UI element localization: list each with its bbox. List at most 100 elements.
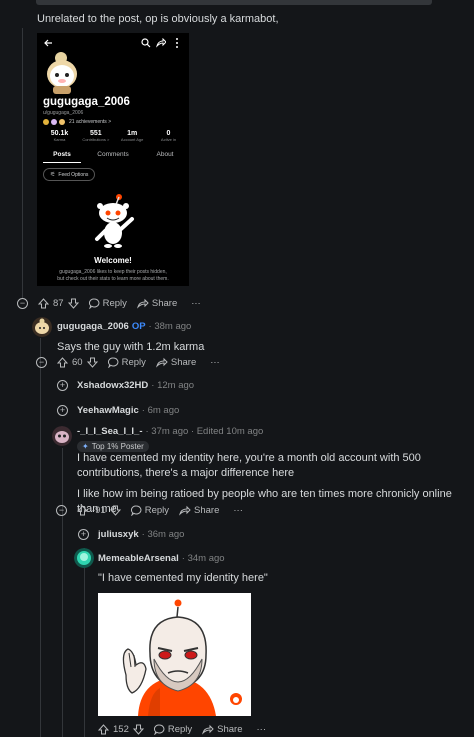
expand-icon[interactable]: + — [57, 405, 68, 416]
comment-username[interactable]: -_I_I_Sea_I_I_- — [77, 426, 143, 437]
welcome-text-2: but check out their stats to learn more … — [57, 276, 169, 282]
more-options-button[interactable]: ··· — [233, 505, 243, 516]
root-comment-actions: − 87 Reply Share ··· — [17, 298, 201, 309]
profile-tabs: Posts Comments About — [43, 151, 185, 163]
thread-line — [84, 548, 85, 737]
comment-username[interactable]: Xshadowx32HD — [77, 380, 148, 391]
comment-text: "I have cemented my identity here" — [98, 572, 268, 584]
comment-username[interactable]: YeehawMagic — [77, 405, 139, 416]
stat-karma: 50.1k Karma — [50, 130, 69, 142]
collapse-icon[interactable]: − — [56, 505, 67, 516]
vote-count: 60 — [72, 357, 83, 368]
upvote-icon[interactable] — [98, 724, 109, 735]
share-icon — [156, 38, 166, 48]
downvote-icon[interactable] — [67, 298, 79, 309]
profile-handle: u/gugugaga_2006 — [43, 110, 84, 116]
share-icon — [155, 357, 168, 368]
badge-icon: ✦ — [82, 442, 89, 451]
share-button[interactable]: Share — [155, 357, 196, 368]
top-scroll-edge — [36, 0, 432, 5]
vote-count: 152 — [113, 724, 129, 735]
downvote-icon[interactable] — [109, 505, 121, 516]
comment-timestamp: · 12m ago — [151, 380, 195, 391]
embedded-profile-screenshot[interactable]: gugugaga_2006 u/gugugaga_2006 21 achieve… — [37, 33, 189, 286]
op-badge: OP — [131, 321, 146, 332]
avatar[interactable] — [52, 426, 72, 446]
vote-group: -91 — [77, 505, 121, 516]
comment-timestamp: · 36m ago — [141, 529, 185, 540]
thread-line — [22, 28, 23, 298]
expand-icon[interactable]: + — [78, 529, 89, 540]
more-options-button[interactable]: ··· — [210, 357, 220, 368]
upvote-icon[interactable] — [77, 505, 88, 516]
collapsed-comment[interactable]: Xshadowx32HD · 12m ago — [77, 380, 194, 391]
comment-timestamp: · 38m ago — [148, 321, 192, 332]
comment-bubble-icon — [130, 505, 142, 516]
tab-posts[interactable]: Posts — [43, 151, 81, 163]
share-button[interactable]: Share — [136, 298, 177, 309]
collapse-icon[interactable]: − — [36, 357, 47, 368]
achievement-badge-icon — [51, 119, 57, 125]
comment-text: I have cemented my identity here, you're… — [77, 452, 421, 479]
root-comment-text: Unrelated to the post, op is obviously a… — [37, 13, 279, 25]
downvote-icon[interactable] — [132, 724, 144, 735]
achievements-row[interactable]: 21 achievements > — [43, 119, 111, 125]
avatar[interactable] — [32, 317, 52, 337]
achievements-label: 21 achievements > — [69, 119, 112, 125]
share-button[interactable]: Share — [179, 505, 219, 516]
comment-timestamp: · 37m ago · Edited 10m ago — [145, 426, 264, 437]
vote-group: 152 — [98, 724, 144, 735]
comment-header: MemeableArsenal · 34m ago — [98, 553, 225, 564]
vote-count: -91 — [92, 505, 106, 516]
comment-timestamp: · 34m ago — [181, 553, 225, 564]
more-options-button[interactable]: ··· — [191, 298, 201, 309]
upvote-icon[interactable] — [57, 357, 68, 368]
expand-icon[interactable]: + — [57, 380, 68, 391]
comment-header: gugugaga_2006 OP · 38m ago — [57, 321, 191, 332]
share-button[interactable]: Share — [202, 724, 243, 735]
profile-avatar — [47, 52, 77, 94]
share-icon — [179, 505, 191, 516]
comment-bubble-icon — [153, 724, 165, 735]
comment-actions: − 60 Reply Share ··· — [36, 357, 220, 368]
reply-button[interactable]: Reply — [107, 357, 146, 368]
collapsed-comment[interactable]: YeehawMagic · 6m ago — [77, 405, 179, 416]
reply-button[interactable]: Reply — [130, 505, 169, 516]
collapse-icon[interactable]: − — [17, 298, 28, 309]
more-vertical-icon — [176, 38, 178, 48]
avatar[interactable] — [74, 548, 94, 568]
upvote-icon[interactable] — [38, 298, 49, 309]
comment-username[interactable]: MemeableArsenal — [98, 553, 179, 564]
search-icon — [141, 38, 151, 48]
comment-bubble-icon — [88, 298, 100, 309]
welcome-title: Welcome! — [94, 256, 132, 265]
reply-button[interactable]: Reply — [88, 298, 127, 309]
comment-actions: − -91 Reply Share ··· — [56, 505, 243, 516]
comment-username[interactable]: gugugaga_2006 — [57, 321, 129, 332]
comment-username[interactable]: juliusxyk — [98, 529, 139, 540]
stat-contributions[interactable]: 551 Contributions > — [79, 130, 112, 142]
profile-username: gugugaga_2006 — [43, 96, 130, 108]
welcome-text-1: gugugaga_2006 likes to keep their posts … — [59, 269, 167, 275]
thread-line — [40, 338, 41, 737]
achievement-badge-icon — [43, 119, 49, 125]
meme-image[interactable] — [98, 593, 251, 716]
sliders-icon: ⚟ — [50, 172, 56, 178]
tab-about[interactable]: About — [145, 151, 185, 163]
user-flair: ✦ Top 1% Poster — [77, 438, 149, 452]
downvote-icon[interactable] — [86, 357, 98, 368]
share-icon — [202, 724, 214, 735]
vote-group: 87 — [38, 298, 79, 309]
share-icon — [136, 298, 149, 309]
feed-options-button[interactable]: ⚟ Feed Options — [43, 168, 96, 181]
comment-timestamp: · 6m ago — [141, 405, 180, 416]
stat-account-age: 1m Account Age — [120, 130, 144, 142]
comment-text: Says the guy with 1.2m karma — [57, 341, 205, 353]
tab-comments[interactable]: Comments — [88, 151, 138, 163]
comment-actions: 152 Reply Share ··· — [98, 724, 266, 735]
reply-button[interactable]: Reply — [153, 724, 192, 735]
collapsed-comment[interactable]: juliusxyk · 36m ago — [98, 529, 184, 540]
vote-count: 87 — [53, 298, 64, 309]
more-options-button[interactable]: ··· — [257, 724, 267, 735]
back-arrow-icon — [44, 39, 52, 47]
